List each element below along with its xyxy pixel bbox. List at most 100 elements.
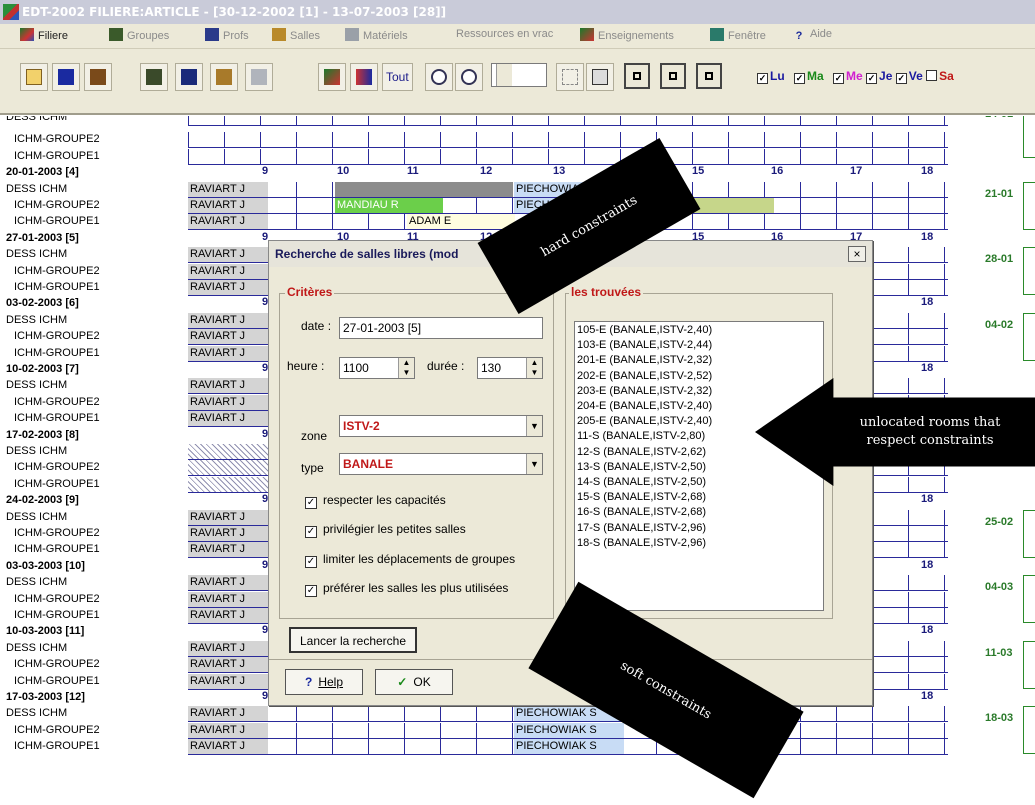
current-week-button[interactable] bbox=[660, 63, 686, 89]
course-cell[interactable]: RAVIART J bbox=[188, 510, 268, 525]
zone-select[interactable]: ISTV-2 ▼ bbox=[339, 415, 543, 437]
course-cell[interactable]: PIECHOWIAK S bbox=[514, 739, 624, 754]
day-checkbox-me[interactable]: ✓ Me bbox=[833, 69, 863, 84]
course-cell[interactable]: RAVIART J bbox=[188, 182, 268, 197]
course-cell[interactable]: RAVIART J bbox=[188, 739, 268, 754]
materials-tool-button[interactable] bbox=[245, 63, 273, 91]
course-cell[interactable]: RAVIART J bbox=[188, 641, 268, 656]
day-checkbox-ve[interactable]: ✓ Ve bbox=[895, 69, 923, 84]
row-label: ICHM-GROUPE1 bbox=[14, 347, 100, 359]
menu-item-ressources[interactable]: Ressources en vrac bbox=[456, 28, 553, 40]
course-cell[interactable]: RAVIART J bbox=[188, 280, 268, 295]
course-cell[interactable]: PIECHOWIAK S bbox=[514, 723, 624, 738]
room-result-item[interactable]: 201-E (BANALE,ISTV-2,32) bbox=[577, 353, 821, 368]
profs-tool-button[interactable] bbox=[175, 63, 203, 91]
print-button[interactable] bbox=[586, 63, 614, 91]
courses-tool-button[interactable] bbox=[318, 63, 346, 91]
menu-item-aide[interactable]: ? Aide bbox=[792, 28, 832, 43]
room-result-item[interactable]: 17-S (BANALE,ISTV-2,96) bbox=[577, 521, 821, 536]
menu-item-fenetre[interactable]: Fenêtre bbox=[710, 28, 766, 42]
menu-item-filiere[interactable]: Filiere bbox=[20, 28, 68, 42]
course-cell[interactable] bbox=[335, 182, 513, 197]
course-cell[interactable]: RAVIART J bbox=[188, 411, 268, 426]
week-grid[interactable] bbox=[188, 116, 948, 126]
chevron-down-icon[interactable]: ▼ bbox=[526, 454, 542, 474]
menu-item-enseignements[interactable]: Enseignements bbox=[580, 28, 674, 42]
duree-spinner[interactable]: 130 ▲ ▼ bbox=[477, 357, 543, 379]
help-button[interactable]: ? Help bbox=[285, 669, 363, 695]
course-cell[interactable]: RAVIART J bbox=[188, 592, 268, 607]
course-cell[interactable]: RAVIART J bbox=[188, 608, 268, 623]
day-checkbox-ma[interactable]: ✓ Ma bbox=[794, 69, 830, 84]
save-button[interactable] bbox=[52, 63, 80, 91]
checkbox-icon[interactable]: ✓ bbox=[305, 585, 317, 597]
course-cell[interactable]: RAVIART J bbox=[188, 346, 268, 361]
checkbox-icon[interactable]: ✓ bbox=[305, 497, 317, 509]
ok-button[interactable]: ✓ OK bbox=[375, 669, 453, 695]
exit-button[interactable] bbox=[84, 63, 112, 91]
course-cell[interactable]: RAVIART J bbox=[188, 526, 268, 541]
zoom-out-button[interactable] bbox=[425, 63, 453, 91]
day-checkbox-lu[interactable]: ✓ Lu bbox=[757, 69, 791, 84]
previous-week-button[interactable] bbox=[624, 63, 650, 89]
menu-item-groupes[interactable]: Groupes bbox=[109, 28, 169, 42]
week-grid[interactable] bbox=[188, 132, 948, 148]
close-icon[interactable]: × bbox=[848, 246, 866, 262]
heure-spin-icon[interactable]: ▲ ▼ bbox=[398, 358, 414, 378]
font-tool-button[interactable] bbox=[350, 63, 378, 91]
room-result-item[interactable]: 105-E (BANALE,ISTV-2,40) bbox=[577, 323, 821, 338]
next-week-button[interactable] bbox=[696, 63, 722, 89]
room-result-item[interactable]: 202-E (BANALE,ISTV-2,52) bbox=[577, 369, 821, 384]
room-result-item[interactable]: 203-E (BANALE,ISTV-2,32) bbox=[577, 384, 821, 399]
checkbox-icon[interactable]: ✓ bbox=[305, 556, 317, 568]
course-cell[interactable]: RAVIART J bbox=[188, 723, 268, 738]
chevron-down-icon[interactable]: ▼ bbox=[526, 416, 542, 436]
room-result-item[interactable]: 103-E (BANALE,ISTV-2,44) bbox=[577, 338, 821, 353]
date-field[interactable]: 27-01-2003 [5] bbox=[339, 317, 543, 339]
groups-tool-button[interactable] bbox=[140, 63, 168, 91]
option-prefer-used-rooms[interactable]: ✓ préférer les salles les plus utilisées bbox=[305, 581, 508, 597]
zoom-size-spinner[interactable]: 14 bbox=[491, 63, 547, 87]
room-result-item[interactable]: 15-S (BANALE,ISTV-2,68) bbox=[577, 490, 821, 505]
course-cell[interactable]: RAVIART J bbox=[188, 395, 268, 410]
course-cell[interactable]: MANDIAU R bbox=[335, 198, 443, 213]
course-cell[interactable]: RAVIART J bbox=[188, 542, 268, 557]
option-respect-capacity[interactable]: ✓ respecter les capacités bbox=[305, 493, 446, 509]
menu-item-profs[interactable]: Profs bbox=[205, 28, 249, 42]
menu-item-materiels[interactable]: Matériels bbox=[345, 28, 408, 42]
course-cell[interactable]: RAVIART J bbox=[188, 706, 268, 721]
room-results-list[interactable]: 105-E (BANALE,ISTV-2,40) 103-E (BANALE,IS… bbox=[574, 321, 824, 611]
select-all-button[interactable]: Tout bbox=[382, 63, 413, 91]
course-cell[interactable]: RAVIART J bbox=[188, 247, 268, 262]
zoom-in-button[interactable] bbox=[455, 63, 483, 91]
room-result-item[interactable]: 13-S (BANALE,ISTV-2,50) bbox=[577, 460, 821, 475]
course-cell[interactable]: RAVIART J bbox=[188, 198, 268, 213]
room-result-item[interactable]: 14-S (BANALE,ISTV-2,50) bbox=[577, 475, 821, 490]
option-prefer-small-rooms[interactable]: ✓ privilégier les petites salles bbox=[305, 522, 466, 538]
course-cell[interactable]: RAVIART J bbox=[188, 264, 268, 279]
day-checkbox-je[interactable]: ✓ Je bbox=[866, 69, 892, 84]
rooms-tool-button[interactable] bbox=[210, 63, 238, 91]
day-checkbox-sa[interactable]: Sa bbox=[926, 69, 954, 83]
course-cell[interactable]: RAVIART J bbox=[188, 674, 268, 689]
checkbox-icon[interactable]: ✓ bbox=[305, 526, 317, 538]
course-cell[interactable]: RAVIART J bbox=[188, 329, 268, 344]
type-select[interactable]: BANALE ▼ bbox=[339, 453, 543, 475]
week-grid[interactable] bbox=[188, 149, 948, 165]
option-limit-group-moves[interactable]: ✓ limiter les déplacements de groupes bbox=[305, 552, 515, 568]
menu-item-salles[interactable]: Salles bbox=[272, 28, 320, 42]
course-cell[interactable]: ADAM E bbox=[407, 214, 515, 229]
search-button[interactable]: Lancer la recherche bbox=[289, 627, 417, 653]
duree-spin-icon[interactable]: ▲ ▼ bbox=[526, 358, 542, 378]
open-folder-button[interactable] bbox=[20, 63, 48, 91]
grid-tool-button[interactable] bbox=[556, 63, 584, 91]
course-cell[interactable]: RAVIART J bbox=[188, 313, 268, 328]
course-cell[interactable]: RAVIART J bbox=[188, 214, 268, 229]
room-result-item[interactable]: 16-S (BANALE,ISTV-2,68) bbox=[577, 505, 821, 520]
course-cell[interactable]: RAVIART J bbox=[188, 378, 268, 393]
heure-spinner[interactable]: 1100 ▲ ▼ bbox=[339, 357, 415, 379]
room-result-item[interactable]: 18-S (BANALE,ISTV-2,96) bbox=[577, 536, 821, 551]
course-cell[interactable]: RAVIART J bbox=[188, 575, 268, 590]
course-cell[interactable]: RAVIART J bbox=[188, 657, 268, 672]
spinner-arrows-icon[interactable] bbox=[496, 64, 512, 86]
